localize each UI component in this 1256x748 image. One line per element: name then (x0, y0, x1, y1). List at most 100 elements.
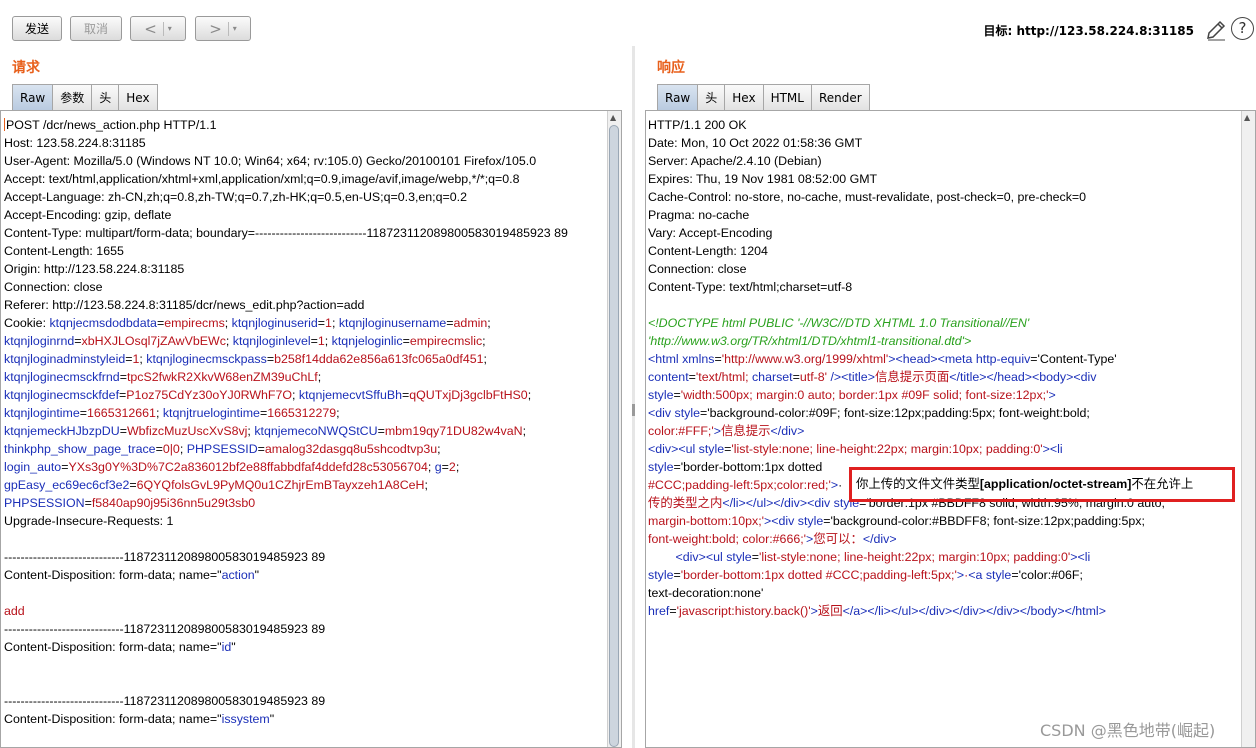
cookie-value: 1665312661 (87, 406, 156, 420)
header-line: Content-Type: multipart/form-data; bound… (4, 226, 568, 240)
divider-grip-icon[interactable] (632, 404, 635, 416)
response-editor[interactable]: HTTP/1.1 200 OK Date: Mon, 10 Oct 2022 01… (645, 110, 1256, 748)
back-button[interactable]: < ▾ (130, 16, 186, 41)
code-line: Server: Apache/2.4.10 (Debian) (648, 152, 1165, 170)
help-icon[interactable]: ? (1231, 17, 1254, 40)
cookie-sep: ; (336, 406, 340, 420)
request-tab[interactable]: Hex (118, 84, 158, 110)
cookie-sep: ; (317, 370, 322, 384)
doctype-line: 'http://www.w3.org/TR/xhtml1/DTD/xhtml1-… (648, 334, 972, 348)
code-line: Content-Type: multipart/form-data; bound… (4, 224, 568, 242)
html-tag: <li (1049, 442, 1063, 456)
request-text[interactable]: POST /dcr/news_action.php HTTP/1.1 Host: … (4, 116, 568, 728)
cookie-key: ktqnjloginecmsckpass (146, 352, 267, 366)
cookie-value: WbfizcMuzUscXvS8vj (126, 424, 248, 438)
header-line: Accept-Encoding: gzip, deflate (4, 208, 172, 222)
code-line: Vary: Accept-Encoding (648, 224, 1165, 242)
html-tag: </div (952, 604, 979, 618)
cookie-eq: = (402, 334, 410, 348)
cookie-sep: ; (331, 316, 339, 330)
html-tag: </div (770, 424, 798, 438)
html-tag: > (1048, 388, 1056, 402)
code-line: -----------------------------11872311208… (4, 692, 568, 710)
cookie-value: qQUTxjDj3gclbFtHS0 (409, 388, 528, 402)
response-tab[interactable]: Hex (724, 84, 764, 110)
html-tag: </head (986, 370, 1025, 384)
cookie-sep: ; (155, 406, 163, 420)
response-tab[interactable]: 头 (697, 84, 726, 110)
request-scrollbar[interactable]: ▲ (607, 111, 621, 747)
html-tag: > (930, 352, 938, 366)
pencil-icon[interactable] (1205, 18, 1227, 42)
header-line: Content-Type: text/html;charset=utf-8 (648, 280, 853, 294)
send-button[interactable]: 发送 (12, 16, 62, 41)
request-tab[interactable]: 参数 (52, 84, 93, 110)
html-text: text-decoration:none' (648, 586, 764, 600)
html-tag: </ul (890, 604, 912, 618)
field-name: issystem (221, 712, 270, 726)
code-line: Cookie: ktqnjecmsdodbdata = empirecms; ktq… (4, 314, 568, 332)
attr-eq: = (673, 568, 681, 582)
attr-name: style (797, 514, 824, 528)
code-line: Content-Disposition: form-data; name="id… (4, 638, 568, 656)
html-tag: <a (968, 568, 983, 582)
attr-value: 您可以： (813, 532, 863, 546)
request-editor[interactable]: POST /dcr/news_action.php HTTP/1.1 Host: … (0, 110, 622, 748)
code-line: color:#FFF;'>信息提示</div> (648, 422, 1165, 440)
scroll-up-icon[interactable]: ▲ (1244, 113, 1250, 122)
chevron-down-icon[interactable]: ▾ (168, 24, 172, 33)
request-tab[interactable]: Raw (12, 84, 54, 110)
response-text[interactable]: HTTP/1.1 200 OK Date: Mon, 10 Oct 2022 01… (648, 116, 1165, 620)
body-line: -----------------------------11872311208… (4, 622, 326, 636)
panel-divider[interactable] (632, 46, 635, 748)
chevron-down-icon[interactable]: ▾ (233, 24, 237, 33)
attr-name: http-equiv (975, 352, 1031, 366)
attr-name: style (698, 442, 725, 456)
response-tab[interactable]: Raw (657, 84, 699, 110)
attr-name: style (648, 460, 674, 474)
code-line: Accept-Language: zh-CN,zh;q=0.8,zh-TW;q=… (4, 188, 568, 206)
cookie-sep: ; (437, 442, 441, 456)
html-tag: > (810, 604, 818, 618)
toolbar: 发送 取消 < ▾ > ▾ 目标: http://123.58.224.8:31… (0, 0, 1256, 52)
scroll-thumb[interactable] (609, 125, 619, 747)
cookie-eq: = (310, 334, 318, 348)
header-line: Host: 123.58.224.8:31185 (4, 136, 146, 150)
cookie-eq: = (257, 442, 265, 456)
html-tag: </a (842, 604, 861, 618)
cookie-key: ktqnjloginusername (338, 316, 447, 330)
header-line: Connection: close (648, 262, 747, 276)
response-scrollbar[interactable]: ▲ (1241, 111, 1255, 747)
cookie-key: ktqnjloginecmsckfdef (4, 388, 120, 402)
attr-name: style (674, 406, 701, 420)
cookie-key: ktqnjtruelogintime (162, 406, 260, 420)
cookie-value: P1oz75CdYz30oYJ0RWhF7O (126, 388, 293, 402)
scroll-up-icon[interactable]: ▲ (610, 113, 616, 122)
body-line: -----------------------------11872311208… (4, 550, 326, 564)
cookie-value: 1 (325, 316, 332, 330)
cancel-button[interactable]: 取消 (70, 16, 122, 41)
html-text: 'Content-Type' (1037, 352, 1117, 366)
header-line: Accept-Language: zh-CN,zh;q=0.8,zh-TW;q=… (4, 190, 467, 204)
html-tag: > (698, 550, 706, 564)
header-line: Pragma: no-cache (648, 208, 750, 222)
html-text: · (838, 478, 843, 492)
response-tab[interactable]: HTML (762, 84, 812, 110)
cookie-key: ktqnjeloginlic (331, 334, 403, 348)
code-line: Referer: http://123.58.224.8:31185/dcr/n… (4, 296, 568, 314)
forward-button[interactable]: > ▾ (195, 16, 251, 41)
html-tag: > (830, 478, 839, 492)
response-tab[interactable]: Render (810, 84, 870, 110)
disposition-prefix: Content-Disposition: form-data; name=" (4, 712, 222, 726)
cookie-value: 1 (317, 334, 325, 348)
request-title: 请求 (12, 60, 40, 76)
html-text: 'background-color:#09F; font-size:12px;p… (707, 406, 1090, 420)
attr-value: 返回 (817, 604, 843, 618)
code-line: Content-Type: text/html;charset=utf-8 (648, 278, 1165, 296)
cookie-key: ktqnjloginuserid (231, 316, 318, 330)
code-line: Content-Disposition: form-data; name="is… (4, 710, 568, 728)
code-line: Expires: Thu, 19 Nov 1981 08:52:00 GMT (648, 170, 1165, 188)
request-tab[interactable]: 头 (91, 84, 120, 110)
html-tag: </body (1019, 604, 1058, 618)
